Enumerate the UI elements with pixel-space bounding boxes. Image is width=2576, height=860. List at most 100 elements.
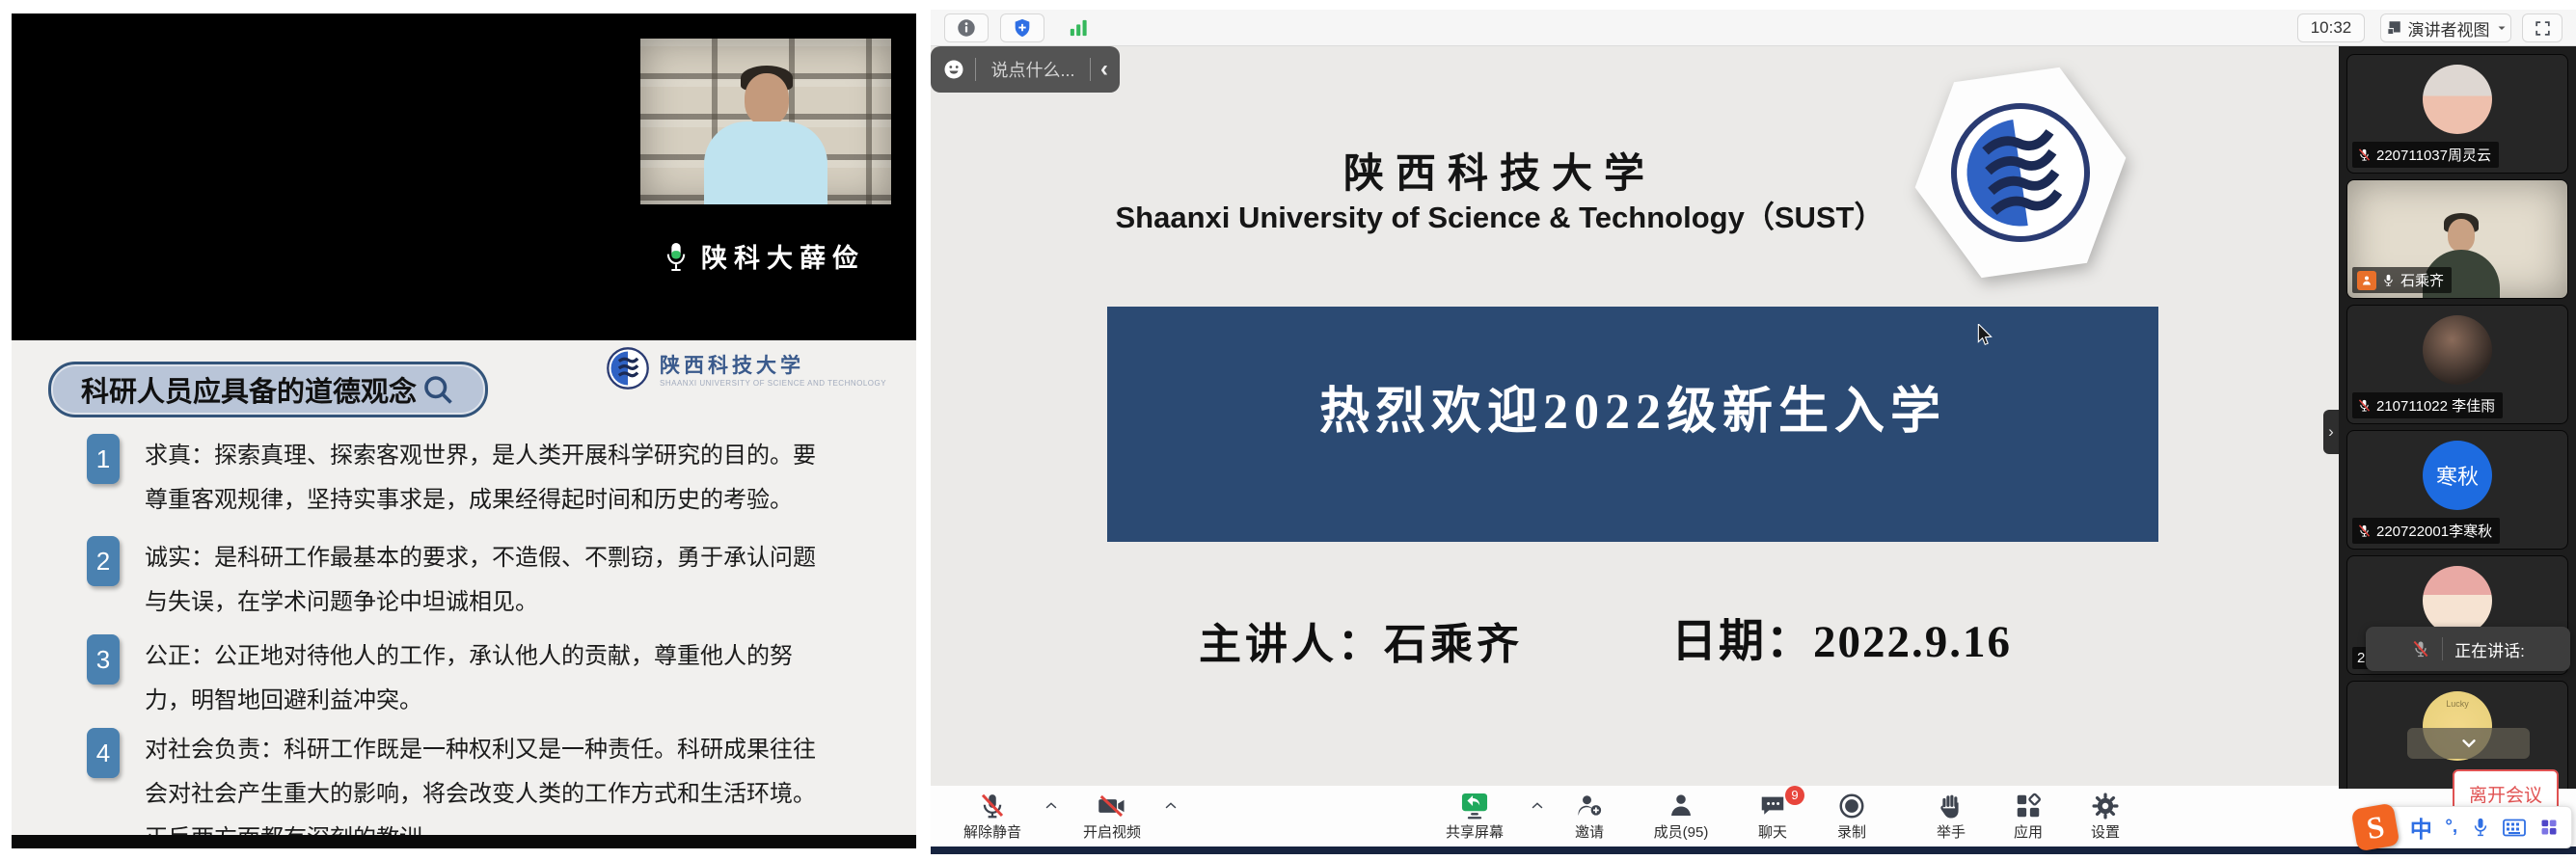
layout-icon bbox=[2385, 19, 2402, 37]
settings-label: 设置 bbox=[2091, 821, 2120, 842]
participant-name-bar: 石乘齐 bbox=[2352, 267, 2452, 293]
participant-name-bar: 210711022 李佳雨 bbox=[2352, 392, 2503, 418]
participant-tile[interactable]: 寒秋 220722001李寒秋 bbox=[2346, 430, 2568, 550]
logo-en-text: SHAANXI UNIVERSITY OF SCIENCE AND TECHNO… bbox=[660, 379, 886, 388]
sidebar-collapse-handle[interactable]: › bbox=[2323, 410, 2339, 454]
chat-input-placeholder[interactable]: 说点什么... bbox=[986, 57, 1080, 82]
speaker-nameplate: 陕科大薛俭 bbox=[619, 237, 908, 275]
participant-name: 石乘齐 bbox=[2400, 270, 2444, 290]
divider bbox=[1090, 58, 1091, 81]
avatar bbox=[2423, 315, 2492, 385]
meeting-window-bottom-strip bbox=[931, 847, 2576, 854]
share-screen-button[interactable]: 共享屏幕 bbox=[1423, 788, 1527, 846]
logo-cn-text: 陕西科技大学 bbox=[660, 350, 886, 379]
mic-muted-icon bbox=[2357, 148, 2372, 162]
raise-hand-label: 举手 bbox=[1937, 821, 1966, 842]
participant-tile[interactable]: 220711037周灵云 bbox=[2346, 54, 2568, 174]
sust-hexagon-logo bbox=[1900, 58, 2141, 287]
mic-muted-icon bbox=[2411, 639, 2430, 658]
fullscreen-button[interactable] bbox=[2522, 13, 2562, 42]
chat-icon bbox=[1758, 792, 1787, 820]
chat-button[interactable]: 9 聊天 bbox=[1733, 788, 1812, 846]
video-options-caret[interactable] bbox=[1162, 788, 1180, 846]
security-button[interactable] bbox=[1000, 13, 1044, 42]
network-status-button[interactable] bbox=[1056, 13, 1100, 42]
invite-person-icon bbox=[1574, 792, 1605, 820]
camera-muted-icon bbox=[1097, 792, 1127, 820]
person-body bbox=[704, 121, 827, 204]
scroll-more-overlay[interactable] bbox=[2407, 728, 2530, 759]
invite-button[interactable]: 邀请 bbox=[1550, 788, 1629, 846]
shield-plus-icon bbox=[1012, 17, 1033, 39]
mic-muted-icon bbox=[978, 792, 1007, 820]
apps-button[interactable]: 应用 bbox=[1990, 788, 2067, 846]
participant-tile[interactable]: 210711022 李佳雨 bbox=[2346, 305, 2568, 424]
raise-hand-icon bbox=[1938, 792, 1965, 820]
unmute-label: 解除静音 bbox=[963, 821, 1021, 842]
ime-language-toggle[interactable]: 中 bbox=[2410, 811, 2432, 844]
slide-date-line: 日期：2022.9.16 bbox=[1671, 604, 2012, 670]
ime-toolbox-icon[interactable] bbox=[2539, 818, 2559, 837]
start-video-button[interactable]: 开启视频 bbox=[1064, 788, 1160, 846]
record-button[interactable]: 录制 bbox=[1812, 788, 1891, 846]
list-item: 1 求真：探索真理、探索客观世界，是人类开展科学研究的目的。要尊重客观规律，坚持… bbox=[87, 434, 849, 523]
emoji-icon[interactable] bbox=[942, 58, 965, 81]
record-label: 录制 bbox=[1837, 821, 1866, 842]
members-button[interactable]: 成员(95) bbox=[1629, 788, 1733, 846]
mic-options-caret[interactable] bbox=[1043, 788, 1060, 846]
ime-keyboard-icon[interactable] bbox=[2503, 819, 2526, 837]
chevron-up-icon bbox=[1043, 797, 1060, 815]
speaking-indicator-tooltip: 正在讲话: bbox=[2366, 627, 2570, 671]
left-window-bottom-strip bbox=[12, 835, 916, 848]
chat-collapse-arrow[interactable]: ‹ bbox=[1100, 58, 1108, 81]
university-logo: 陕西科技大学 SHAANXI UNIVERSITY OF SCIENCE AND… bbox=[606, 346, 886, 390]
item-text: 诚实：是科研工作最基本的要求，不造假、不剽窃，勇于承认问题与失误，在学术问题争论… bbox=[145, 536, 820, 625]
person-head bbox=[2448, 219, 2475, 252]
fullscreen-icon bbox=[2534, 19, 2552, 38]
item-number-chip: 2 bbox=[87, 536, 120, 586]
record-icon bbox=[1837, 792, 1866, 820]
item-text: 对社会负责：科研工作既是一种权利又是一种责任。科研成果往往会对社会产生重大的影响… bbox=[145, 728, 820, 835]
avatar-initials: 寒秋 bbox=[2423, 441, 2492, 510]
divider bbox=[2442, 637, 2443, 660]
participant-tile[interactable]: 石乘齐 bbox=[2346, 179, 2568, 299]
signal-bars-icon bbox=[1068, 18, 1089, 38]
meeting-topbar: 10:32 演讲者视图 bbox=[931, 10, 2576, 46]
item-number-chip: 4 bbox=[87, 728, 120, 778]
ime-punctuation-toggle[interactable]: °, bbox=[2445, 817, 2457, 838]
sogou-logo[interactable]: S bbox=[2351, 803, 2400, 852]
mic-muted-icon bbox=[2357, 398, 2372, 413]
screen: 陕科大薛俭 科研人员应具备的道德观念 陕西科技大学 SHAANXI UNIVER bbox=[0, 0, 2576, 860]
slide-title-pill: 科研人员应具备的道德观念 bbox=[48, 362, 488, 417]
chevron-down-icon bbox=[2458, 733, 2480, 754]
raise-hand-button[interactable]: 举手 bbox=[1912, 788, 1990, 846]
participant-name: 220711037周灵云 bbox=[2376, 145, 2491, 165]
meeting-info-button[interactable] bbox=[944, 13, 989, 42]
speaker-video-feed bbox=[640, 39, 891, 204]
speaker-name-label: 陕科大薛俭 bbox=[701, 237, 865, 275]
chat-label: 聊天 bbox=[1758, 821, 1787, 842]
chevron-up-icon bbox=[1529, 797, 1546, 815]
members-icon bbox=[1667, 792, 1695, 820]
info-icon bbox=[956, 17, 977, 39]
share-options-caret[interactable] bbox=[1529, 788, 1546, 846]
list-item: 3 公正：公正地对待他人的工作，承认他人的贡献，尊重他人的努力，明智地回避利益冲… bbox=[87, 634, 849, 723]
avatar bbox=[2423, 566, 2492, 635]
left-slide: 科研人员应具备的道德观念 陕西科技大学 SHAANXI UNIVERSITY O… bbox=[12, 340, 916, 835]
view-mode-dropdown[interactable]: 演讲者视图 bbox=[2380, 13, 2511, 42]
quick-chat-bubble[interactable]: 说点什么... ‹ bbox=[931, 46, 1120, 93]
members-label: 成员(95) bbox=[1654, 821, 1709, 842]
mic-active-icon bbox=[2381, 273, 2396, 287]
magnifier-icon bbox=[420, 372, 455, 407]
mic-active-icon bbox=[663, 240, 690, 273]
speaking-tooltip-text: 正在讲话: bbox=[2454, 637, 2525, 661]
settings-button[interactable]: 设置 bbox=[2067, 788, 2144, 846]
chevron-down-icon bbox=[2496, 22, 2508, 34]
apps-grid-icon bbox=[2014, 792, 2043, 820]
view-mode-label: 演讲者视图 bbox=[2408, 16, 2490, 40]
unmute-button[interactable]: 解除静音 bbox=[944, 788, 1041, 846]
ime-voice-icon[interactable] bbox=[2471, 817, 2490, 838]
mic-muted-icon bbox=[2357, 524, 2372, 538]
left-presentation-window: 陕科大薛俭 科研人员应具备的道德观念 陕西科技大学 SHAANXI UNIVER bbox=[12, 13, 916, 848]
participant-name: 210711022 李佳雨 bbox=[2376, 395, 2495, 416]
